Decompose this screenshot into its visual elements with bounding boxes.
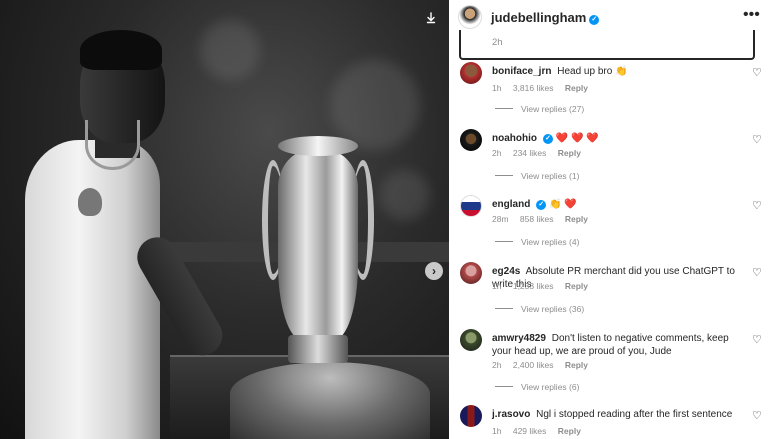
heart-icon[interactable]: ♡	[752, 199, 762, 212]
heart-icon[interactable]: ♡	[752, 333, 762, 346]
comment-text: boniface_jrn Head up bro 👏	[492, 65, 744, 78]
comment-username[interactable]: noahohio	[492, 133, 537, 144]
view-replies-label[interactable]: View replies (6)	[521, 382, 579, 392]
comment-likes[interactable]: 3,816 likes	[513, 83, 554, 93]
view-replies-button[interactable]: View replies (27)	[495, 104, 584, 114]
more-horizontal-icon[interactable]: •••	[743, 6, 760, 24]
trophy-pedestal	[230, 362, 430, 439]
view-replies-label[interactable]: View replies (4)	[521, 237, 579, 247]
divider-line	[495, 175, 513, 176]
background-light	[200, 20, 260, 80]
reply-button[interactable]: Reply	[565, 214, 588, 224]
download-icon-svg	[426, 12, 436, 24]
comment-meta: 1h 3,816 likes Reply	[492, 83, 597, 93]
comment-meta: 1h 1,233 likes Reply	[492, 281, 597, 291]
comment-text: noahohio ✓ ❤️ ❤️ ❤️	[492, 132, 744, 145]
player-shirt	[25, 140, 160, 439]
comment-username[interactable]: eg24s	[492, 266, 520, 277]
comment-body: Ngl i stopped reading after the first se…	[536, 409, 733, 420]
reply-button[interactable]: Reply	[565, 360, 588, 370]
divider-line	[495, 308, 513, 309]
heart-icon[interactable]: ♡	[752, 133, 762, 146]
avatar[interactable]	[460, 62, 482, 84]
verified-badge-icon: ✓	[543, 134, 553, 144]
comment-text: amwry4829 Don't listen to negative comme…	[492, 332, 744, 358]
background-light	[380, 170, 430, 220]
view-replies-button[interactable]: View replies (4)	[495, 237, 579, 247]
caption-box: 2h	[459, 30, 755, 60]
view-replies-label[interactable]: View replies (27)	[521, 104, 584, 114]
view-replies-button[interactable]: View replies (1)	[495, 171, 579, 181]
divider-line	[495, 108, 513, 109]
heart-icon[interactable]: ♡	[752, 66, 762, 79]
divider-line	[495, 386, 513, 387]
comment-likes[interactable]: 234 likes	[513, 148, 547, 158]
comment-meta: 28m 858 likes Reply	[492, 214, 597, 224]
divider-line	[495, 241, 513, 242]
comment-likes[interactable]: 2,400 likes	[513, 360, 554, 370]
trophy	[278, 150, 358, 340]
comment-body: ❤️ ❤️ ❤️	[555, 133, 599, 144]
caption-time: 2h	[492, 37, 503, 48]
trophy-base	[288, 335, 348, 363]
verified-badge-icon: ✓	[536, 200, 547, 210]
comment-time: 28m	[492, 214, 509, 224]
comment-username[interactable]: england	[492, 199, 530, 210]
trophy-rim	[278, 136, 358, 156]
view-replies-label[interactable]: View replies (36)	[521, 304, 584, 314]
view-replies-button[interactable]: View replies (36)	[495, 304, 584, 314]
comment-text: england ✓ 👏 ❤️	[492, 198, 744, 211]
chevron-right-icon[interactable]: ›	[425, 262, 443, 280]
comment-likes[interactable]: 1,233 likes	[513, 281, 554, 291]
reply-button[interactable]: Reply	[565, 83, 588, 93]
view-replies-label[interactable]: View replies (1)	[521, 171, 579, 181]
comment-time: 2h	[492, 148, 502, 158]
comment-meta: 2h 2,400 likes Reply	[492, 360, 597, 370]
download-icon[interactable]	[421, 8, 441, 28]
comment-body: Head up bro 👏	[557, 66, 628, 77]
post-header: judebellingham ✓ •••	[449, 0, 770, 34]
avatar[interactable]	[460, 195, 482, 217]
avatar[interactable]	[460, 262, 482, 284]
avatar[interactable]	[460, 405, 482, 427]
comment-username[interactable]: amwry4829	[492, 333, 546, 344]
comments-panel: judebellingham ✓ ••• 2h boniface_jrn Head…	[449, 0, 770, 439]
post-author[interactable]: judebellingham ✓	[491, 10, 600, 25]
post-photo[interactable]: ›	[0, 0, 449, 439]
comment-time: 2h	[492, 360, 502, 370]
post-author-name[interactable]: judebellingham	[491, 10, 586, 25]
reply-button[interactable]: Reply	[565, 281, 588, 291]
comment-likes[interactable]: 858 likes	[520, 214, 554, 224]
heart-icon[interactable]: ♡	[752, 409, 762, 422]
comment-body: 👏 ❤️	[549, 199, 577, 210]
avatar[interactable]	[460, 129, 482, 151]
heart-icon[interactable]: ♡	[752, 266, 762, 279]
avatar[interactable]	[460, 329, 482, 351]
comment-time: 1h	[492, 281, 502, 291]
avatar[interactable]	[458, 5, 482, 29]
player-hair	[80, 30, 162, 70]
medal-ribbon	[85, 120, 140, 170]
comment-likes[interactable]: 429 likes	[513, 426, 547, 436]
comment-text: j.rasovo Ngl i stopped reading after the…	[492, 408, 744, 421]
view-replies-button[interactable]: View replies (6)	[495, 382, 579, 392]
shirt-badge	[78, 188, 102, 216]
comment-username[interactable]: boniface_jrn	[492, 66, 551, 77]
verified-badge-icon: ✓	[589, 15, 600, 25]
comment-time: 1h	[492, 426, 502, 436]
comment-time: 1h	[492, 83, 502, 93]
background-light	[330, 60, 420, 150]
comment-meta: 1h 429 likes Reply	[492, 426, 590, 436]
reply-button[interactable]: Reply	[558, 426, 581, 436]
comment-username[interactable]: j.rasovo	[492, 409, 530, 420]
reply-button[interactable]: Reply	[558, 148, 581, 158]
comment-meta: 2h 234 likes Reply	[492, 148, 590, 158]
